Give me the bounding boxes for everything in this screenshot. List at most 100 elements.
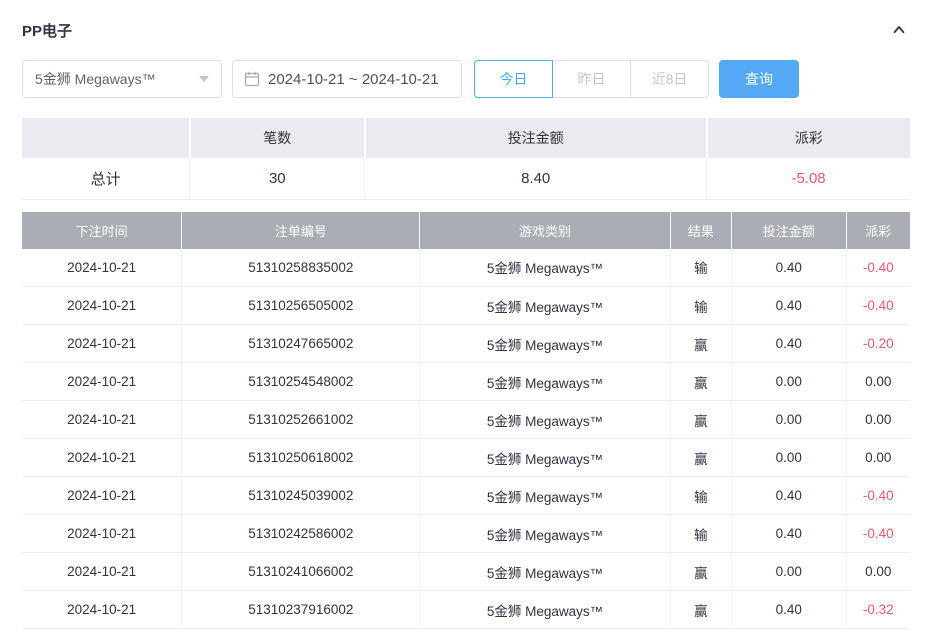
filter-bar: 5金狮 Megaways™ 2024-10-21 ~ 2024-10-21 今日…	[22, 60, 910, 98]
quick-filter-last8days[interactable]: 近8日	[630, 60, 709, 98]
cell-order-id: 51310242586002	[182, 515, 420, 553]
cell-result: 赢	[670, 363, 731, 401]
cell-game-type: 5金狮 Megaways™	[420, 249, 670, 287]
cell-bet-time: 2024-10-21	[22, 363, 182, 401]
cell-order-id: 51310245039002	[182, 477, 420, 515]
cell-order-id: 51310241066002	[182, 553, 420, 591]
cell-result: 赢	[670, 401, 731, 439]
cell-payout: -0.20	[846, 325, 910, 363]
table-row: 2024-10-21513102425860025金狮 Megaways™输0.…	[22, 515, 910, 553]
table-row: 2024-10-21513102545480025金狮 Megaways™赢0.…	[22, 363, 910, 401]
calendar-icon	[244, 71, 260, 87]
cell-order-id: 51310254548002	[182, 363, 420, 401]
cell-game-type: 5金狮 Megaways™	[420, 439, 670, 477]
summary-header-bet-amount: 投注金额	[365, 118, 707, 158]
table-row: 2024-10-21513102565050025金狮 Megaways™输0.…	[22, 287, 910, 325]
cell-game-type: 5金狮 Megaways™	[420, 363, 670, 401]
table-row: 2024-10-21513102506180025金狮 Megaways™赢0.…	[22, 439, 910, 477]
cell-game-type: 5金狮 Megaways™	[420, 553, 670, 591]
cell-bet-time: 2024-10-21	[22, 249, 182, 287]
summary-table: 笔数 投注金额 派彩 总计 30 8.40 -5.08	[22, 118, 910, 200]
panel-header: PP电子	[22, 16, 910, 44]
cell-bet-amount: 0.40	[732, 325, 847, 363]
summary-total-label: 总计	[22, 158, 190, 199]
cell-result: 赢	[670, 325, 731, 363]
table-row: 2024-10-21513102450390025金狮 Megaways™输0.…	[22, 477, 910, 515]
cell-bet-amount: 0.00	[732, 553, 847, 591]
cell-bet-time: 2024-10-21	[22, 287, 182, 325]
game-select-value: 5金狮 Megaways™	[35, 69, 156, 89]
cell-order-id: 51310247665002	[182, 325, 420, 363]
cell-order-id: 51310237916002	[182, 591, 420, 629]
cell-bet-amount: 0.40	[732, 249, 847, 287]
header-bet-amount: 投注金额	[732, 212, 847, 249]
quick-filter-group: 今日 昨日 近8日	[474, 60, 709, 98]
cell-bet-amount: 0.00	[732, 439, 847, 477]
cell-result: 赢	[670, 553, 731, 591]
cell-game-type: 5金狮 Megaways™	[420, 287, 670, 325]
summary-total-row: 总计 30 8.40 -5.08	[22, 158, 910, 199]
date-range-value: 2024-10-21 ~ 2024-10-21	[268, 71, 439, 88]
pp-electronic-panel: PP电子 5金狮 Megaways™ 2024-10-21 ~ 2024-10-…	[0, 0, 932, 629]
cell-bet-amount: 0.00	[732, 401, 847, 439]
cell-result: 输	[670, 249, 731, 287]
summary-count-value: 30	[190, 158, 365, 199]
cell-bet-amount: 0.40	[732, 591, 847, 629]
cell-bet-time: 2024-10-21	[22, 401, 182, 439]
cell-game-type: 5金狮 Megaways™	[420, 325, 670, 363]
cell-payout: 0.00	[846, 401, 910, 439]
header-game-type: 游戏类别	[420, 212, 670, 249]
cell-payout: 0.00	[846, 363, 910, 401]
cell-result: 赢	[670, 439, 731, 477]
header-payout: 派彩	[846, 212, 910, 249]
cell-result: 输	[670, 287, 731, 325]
cell-payout: -0.40	[846, 515, 910, 553]
bet-records-table: 下注时间 注单编号 游戏类别 结果 投注金额 派彩 2024-10-215131…	[22, 212, 910, 630]
cell-game-type: 5金狮 Megaways™	[420, 401, 670, 439]
cell-bet-time: 2024-10-21	[22, 591, 182, 629]
chevron-down-icon	[199, 76, 209, 82]
table-row: 2024-10-21513102588350025金狮 Megaways™输0.…	[22, 249, 910, 287]
cell-bet-amount: 0.40	[732, 477, 847, 515]
quick-filter-today[interactable]: 今日	[474, 60, 553, 98]
summary-bet-amount-value: 8.40	[365, 158, 707, 199]
cell-order-id: 51310252661002	[182, 401, 420, 439]
bet-table-body: 2024-10-21513102588350025金狮 Megaways™输0.…	[22, 249, 910, 629]
cell-payout: -0.40	[846, 477, 910, 515]
date-range-input[interactable]: 2024-10-21 ~ 2024-10-21	[232, 60, 462, 98]
cell-payout: -0.32	[846, 591, 910, 629]
collapse-chevron-up-icon[interactable]	[888, 19, 910, 41]
cell-bet-amount: 0.40	[732, 287, 847, 325]
cell-payout: -0.40	[846, 287, 910, 325]
cell-bet-time: 2024-10-21	[22, 439, 182, 477]
cell-game-type: 5金狮 Megaways™	[420, 515, 670, 553]
summary-payout-value: -5.08	[707, 158, 910, 199]
cell-payout: 0.00	[846, 553, 910, 591]
cell-bet-time: 2024-10-21	[22, 515, 182, 553]
cell-order-id: 51310258835002	[182, 249, 420, 287]
bet-table-header-row: 下注时间 注单编号 游戏类别 结果 投注金额 派彩	[22, 212, 910, 249]
table-row: 2024-10-21513102526610025金狮 Megaways™赢0.…	[22, 401, 910, 439]
cell-bet-amount: 0.00	[732, 363, 847, 401]
header-bet-time: 下注时间	[22, 212, 182, 249]
cell-bet-time: 2024-10-21	[22, 325, 182, 363]
header-order-id: 注单编号	[182, 212, 420, 249]
cell-bet-amount: 0.40	[732, 515, 847, 553]
cell-game-type: 5金狮 Megaways™	[420, 477, 670, 515]
summary-header-payout: 派彩	[707, 118, 910, 158]
table-row: 2024-10-21513102379160025金狮 Megaways™赢0.…	[22, 591, 910, 629]
game-select[interactable]: 5金狮 Megaways™	[22, 60, 222, 98]
table-row: 2024-10-21513102410660025金狮 Megaways™赢0.…	[22, 553, 910, 591]
search-button[interactable]: 查询	[719, 60, 799, 98]
table-row: 2024-10-21513102476650025金狮 Megaways™赢0.…	[22, 325, 910, 363]
summary-header-empty	[22, 118, 190, 158]
panel-title: PP电子	[22, 20, 72, 41]
cell-order-id: 51310256505002	[182, 287, 420, 325]
cell-payout: -0.40	[846, 249, 910, 287]
cell-payout: 0.00	[846, 439, 910, 477]
cell-bet-time: 2024-10-21	[22, 553, 182, 591]
quick-filter-yesterday[interactable]: 昨日	[552, 60, 631, 98]
cell-result: 赢	[670, 591, 731, 629]
summary-header-row: 笔数 投注金额 派彩	[22, 118, 910, 158]
cell-result: 输	[670, 477, 731, 515]
